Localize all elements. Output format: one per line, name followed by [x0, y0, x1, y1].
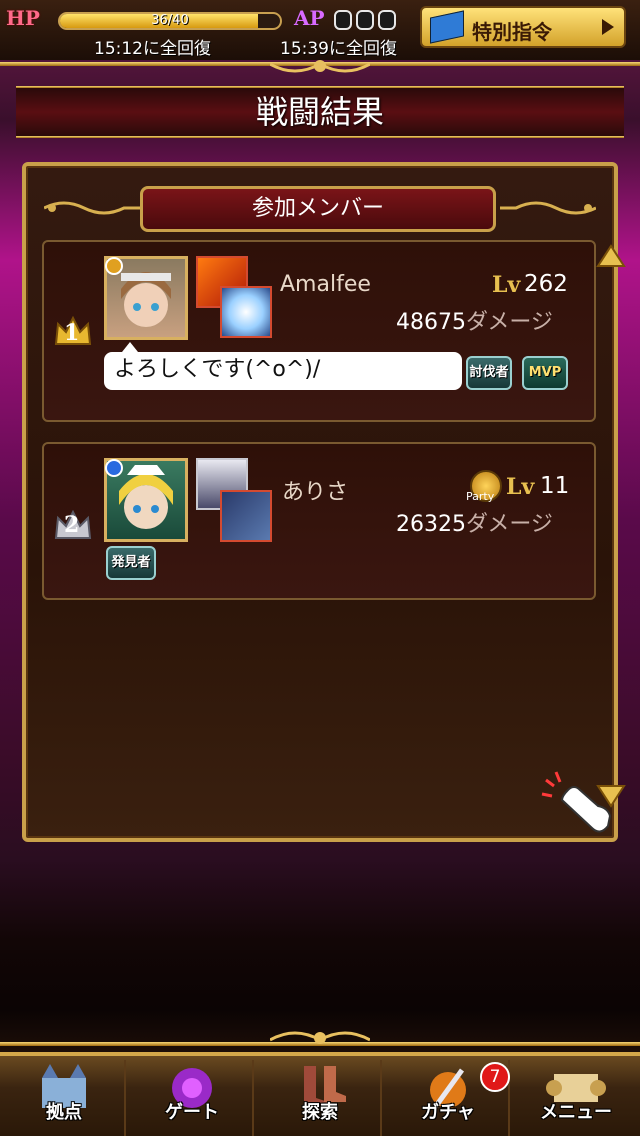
- level-value: 262: [524, 271, 568, 297]
- special-mission-button[interactable]: 特別指令: [420, 6, 626, 48]
- ornament-left-icon: [44, 201, 140, 215]
- damage-text: 48675ダメージ: [396, 304, 553, 336]
- ap-point-1: [334, 10, 352, 30]
- nav-menu-button[interactable]: メニュー: [514, 1060, 638, 1136]
- nav-label: メニュー: [540, 1102, 612, 1123]
- player-name: ありさ: [282, 480, 349, 505]
- nav-explore-button[interactable]: 探索: [258, 1060, 382, 1136]
- hp-value: 36/40: [151, 13, 189, 28]
- hp-recover-time: 15:12に全回復: [94, 39, 211, 59]
- hp-label: HP: [6, 6, 40, 30]
- damage-unit: ダメージ: [466, 512, 553, 537]
- gold-divider: [16, 136, 624, 138]
- damage-value: 26325: [396, 512, 466, 537]
- damage-text: 26325ダメージ: [396, 506, 553, 538]
- ap-point-2: [356, 10, 374, 30]
- subjugator-badge: 討伐者: [466, 356, 512, 390]
- ornament-right-icon: [500, 201, 596, 215]
- staff-icon[interactable]: [220, 490, 272, 542]
- player-name: Amalfee: [280, 272, 371, 297]
- ornament-icon: [270, 60, 370, 73]
- comment-bubble: よろしくです(^o^)/: [104, 342, 462, 390]
- special-mission-label: 特別指令: [472, 20, 552, 44]
- nav-label: 拠点: [46, 1102, 82, 1123]
- mvp-badge: MVP: [522, 356, 568, 390]
- rank-number: 1: [64, 320, 80, 346]
- ap-point-3: [378, 10, 396, 30]
- element-icon: [105, 459, 123, 477]
- page-title: 戦闘結果: [255, 93, 384, 131]
- level-label: Lv: [506, 474, 535, 500]
- nav-label: ゲート: [165, 1102, 219, 1123]
- gacha-notification-badge: 7: [480, 1062, 510, 1092]
- status-bar: HP 36/40 15:12に全回復 AP 15:39に全回復 特別指令: [0, 0, 640, 60]
- party-label: Party: [466, 490, 495, 503]
- ornament-icon: [270, 1031, 370, 1044]
- element-icon: [105, 257, 123, 275]
- level-value: 11: [540, 473, 570, 499]
- nav-label: 探索: [302, 1102, 338, 1123]
- nav-base-button[interactable]: 拠点: [2, 1060, 126, 1136]
- members-title: 参加メンバー: [251, 196, 384, 221]
- discoverer-badge: 発見者: [106, 546, 156, 580]
- nav-label: ガチャ: [421, 1102, 475, 1123]
- scroll-up-icon[interactable]: [596, 244, 626, 268]
- arrow-right-icon: [602, 19, 614, 35]
- damage-unit: ダメージ: [466, 310, 553, 335]
- level-label: Lv: [492, 272, 521, 298]
- tap-hand-icon: [541, 771, 612, 833]
- ap-label: AP: [294, 6, 325, 30]
- damage-value: 48675: [396, 310, 466, 335]
- equipment-icon[interactable]: [220, 286, 272, 338]
- flag-icon: [430, 10, 464, 44]
- rank-number: 2: [64, 512, 80, 538]
- nav-gate-button[interactable]: ゲート: [130, 1060, 254, 1136]
